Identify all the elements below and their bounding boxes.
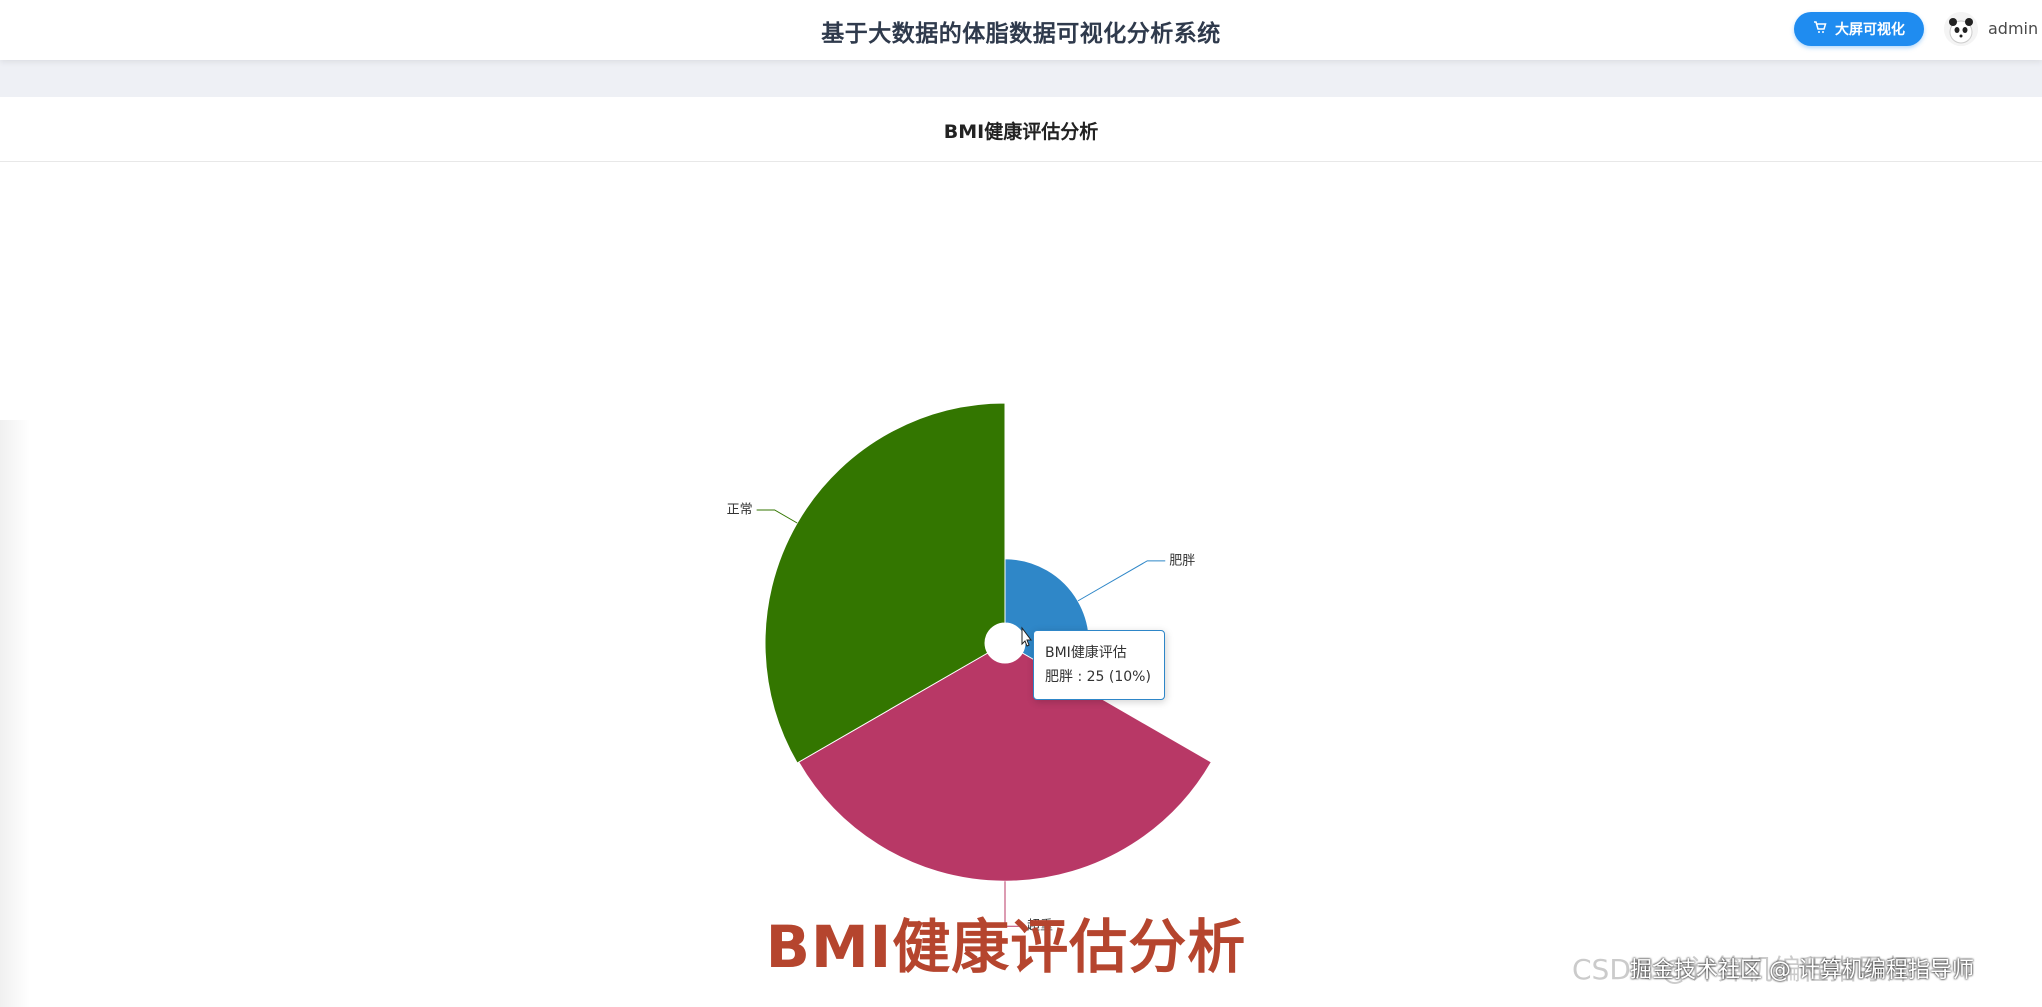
chart-tooltip: BMI健康评估 肥胖 : 25 (10%) bbox=[1033, 630, 1165, 700]
tooltip-title: BMI健康评估 bbox=[1045, 645, 1127, 661]
leader-line-正常 bbox=[756, 509, 798, 524]
slice-label-肥胖: 肥胖 bbox=[1169, 553, 1195, 568]
leader-line-肥胖 bbox=[1077, 560, 1166, 602]
tooltip-value: 肥胖 : 25 (10%) bbox=[1045, 669, 1151, 685]
watermark-front: 掘金技术社区 @ 计算机编程指导师 bbox=[1630, 958, 1974, 983]
chart-center-hole bbox=[985, 623, 1025, 663]
rose-chart: 肥胖超重正常 bbox=[727, 402, 1212, 934]
slice-label-正常: 正常 bbox=[727, 503, 753, 518]
